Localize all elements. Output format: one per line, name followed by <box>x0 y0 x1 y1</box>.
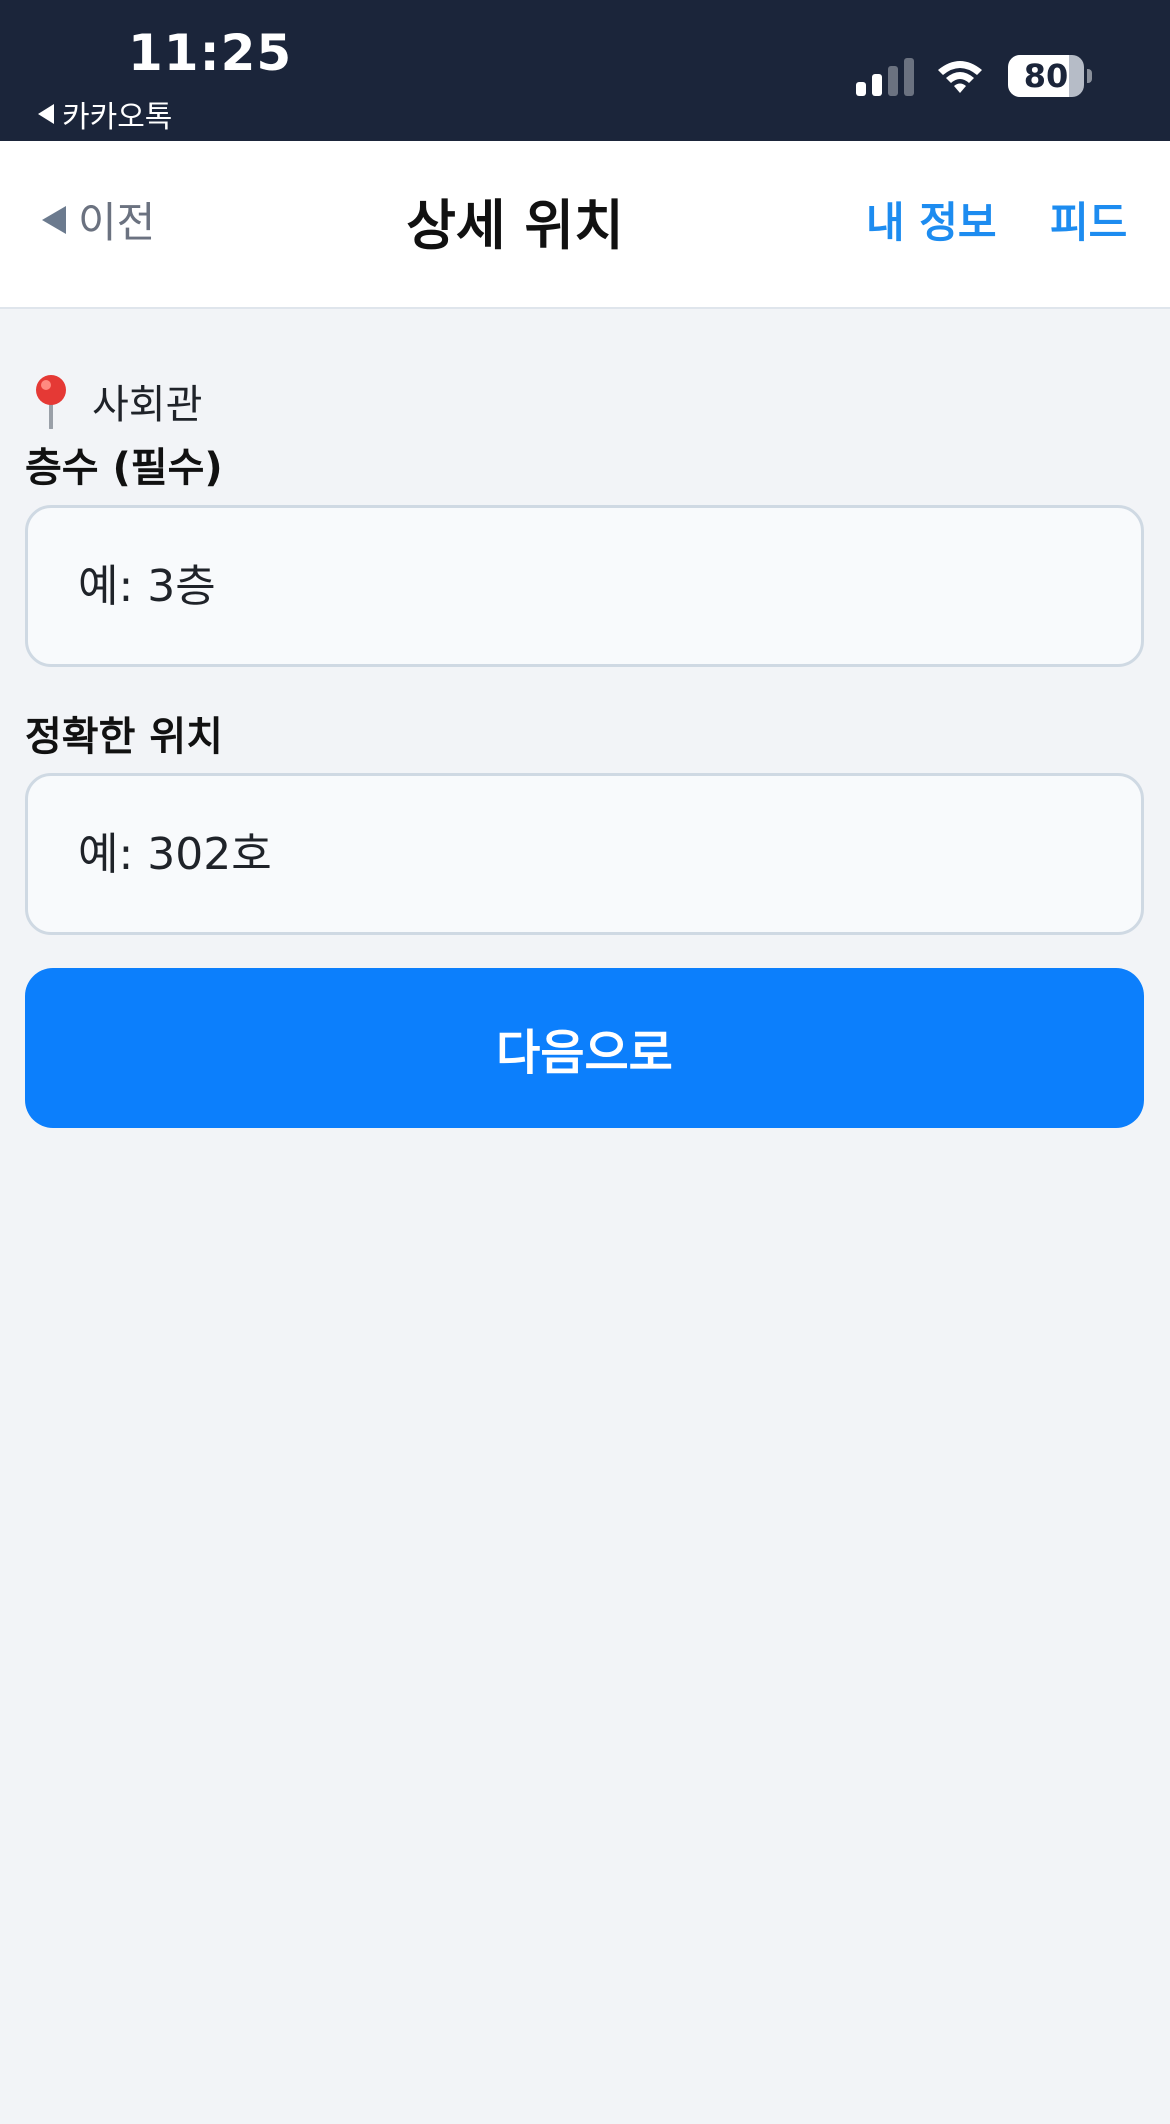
page: 11:25 카카오톡 80 이전 상세 위치 내 정보 피드 사회관 층수 (필… <box>0 0 1170 2124</box>
status-bar: 11:25 카카오톡 80 <box>0 0 1170 141</box>
exact-location-input[interactable] <box>25 773 1144 935</box>
floor-label: 층수 (필수) <box>25 445 223 491</box>
battery-nub <box>1087 69 1092 83</box>
nav-bar: 이전 상세 위치 내 정보 피드 <box>0 141 1170 309</box>
feed-link[interactable]: 피드 <box>1050 189 1127 250</box>
wifi-icon <box>938 61 982 93</box>
floor-input[interactable] <box>25 505 1144 667</box>
pushpin-icon <box>36 375 66 429</box>
battery-body: 80 <box>1008 55 1084 97</box>
location-name: 사회관 <box>92 382 203 428</box>
selected-location: 사회관 <box>30 372 202 430</box>
status-back-to-app[interactable]: 카카오톡 <box>38 92 172 136</box>
my-info-link[interactable]: 내 정보 <box>866 189 997 250</box>
battery-percentage: 80 <box>1023 57 1069 95</box>
next-button[interactable]: 다음으로 <box>25 968 1144 1128</box>
battery-icon: 80 <box>1008 55 1092 97</box>
status-back-label: 카카오톡 <box>62 100 173 135</box>
back-triangle-icon <box>38 104 54 124</box>
exact-location-label: 정확한 위치 <box>25 714 223 760</box>
cellular-signal-icon <box>856 58 914 96</box>
status-time: 11:25 <box>128 24 293 82</box>
